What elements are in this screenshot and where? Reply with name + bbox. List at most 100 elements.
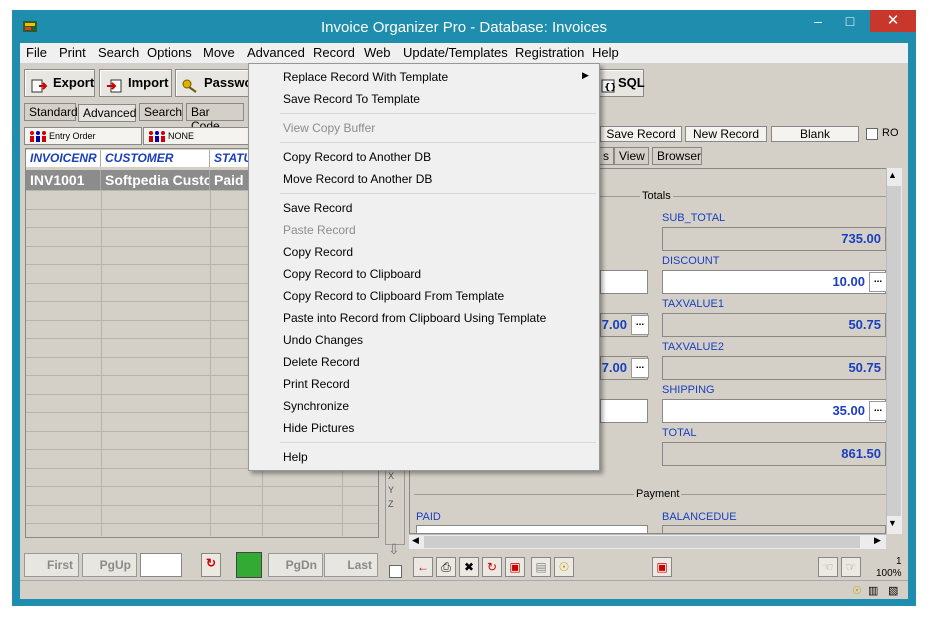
- menu-help[interactable]: Help: [592, 45, 619, 60]
- menu-item-copy-record-to-clipboard[interactable]: Copy Record to Clipboard: [283, 267, 421, 281]
- discount-field[interactable]: 10.00...: [662, 270, 887, 294]
- pgup-button[interactable]: PgUp: [82, 553, 137, 577]
- menu-item-move-record-to-another-db[interactable]: Move Record to Another DB: [283, 172, 432, 186]
- menu-update-templates[interactable]: Update/Templates: [403, 45, 508, 60]
- menu-print[interactable]: Print: [59, 45, 86, 60]
- ellipsis-button[interactable]: ...: [869, 272, 887, 292]
- left-field-2[interactable]: 7.00...: [600, 313, 649, 337]
- table-row[interactable]: [26, 486, 378, 487]
- scroll-down-icon[interactable]: ▼: [888, 518, 897, 528]
- sql-button[interactable]: {} SQL: [597, 69, 645, 97]
- undo-icon[interactable]: ↻: [482, 557, 502, 577]
- pgdn-button[interactable]: PgDn: [268, 553, 323, 577]
- menu-advanced[interactable]: Advanced: [247, 45, 305, 60]
- menu-item-help[interactable]: Help: [283, 450, 308, 464]
- back-arrow-icon[interactable]: ←: [413, 557, 433, 577]
- menu-item-undo-changes[interactable]: Undo Changes: [283, 333, 363, 347]
- balancedue-field[interactable]: [662, 525, 886, 533]
- column-header-invoicenr[interactable]: INVOICENR: [26, 150, 101, 167]
- table-row[interactable]: [26, 523, 378, 524]
- blank-button[interactable]: Blank: [771, 126, 859, 142]
- menu-move[interactable]: Move: [203, 45, 235, 60]
- left-field-4[interactable]: [600, 399, 648, 423]
- scroll-down-arrow-icon[interactable]: ⇩: [388, 541, 400, 558]
- menu-item-save-record-to-template[interactable]: Save Record To Template: [283, 92, 420, 106]
- trash-icon[interactable]: ✖: [459, 557, 479, 577]
- close-button[interactable]: ✕: [870, 10, 916, 32]
- total-field[interactable]: 861.50: [662, 442, 886, 466]
- shipping-field[interactable]: 35.00...: [662, 399, 887, 423]
- tax2-field[interactable]: 50.75: [662, 356, 886, 380]
- menu-record[interactable]: Record: [313, 45, 355, 60]
- left-field-3[interactable]: 7.00...: [600, 356, 649, 380]
- alpha-x[interactable]: X: [388, 471, 394, 481]
- first-button[interactable]: First: [24, 553, 79, 577]
- column-header-customer[interactable]: CUSTOMER: [101, 150, 210, 167]
- ellipsis-button[interactable]: ...: [631, 315, 649, 335]
- sub-total-field[interactable]: 735.00: [662, 227, 886, 251]
- sort-order-button[interactable]: Entry Order: [24, 127, 142, 145]
- menu-search[interactable]: Search: [98, 45, 139, 60]
- last-button[interactable]: Last: [324, 553, 378, 577]
- left-field-1[interactable]: [600, 270, 648, 294]
- menu-item-delete-record[interactable]: Delete Record: [283, 355, 360, 369]
- row-checkbox[interactable]: [389, 565, 402, 578]
- scroll-up-icon[interactable]: ▲: [888, 170, 897, 180]
- sort-secondary-button[interactable]: NONE: [143, 127, 249, 145]
- save-record-button[interactable]: Save Record: [600, 126, 682, 142]
- next-icon[interactable]: ☞: [841, 557, 861, 577]
- copy-record-icon[interactable]: ▤: [531, 557, 551, 577]
- scroll-left-icon[interactable]: ◀: [412, 535, 419, 546]
- cell-invoicenr[interactable]: INV1001: [26, 170, 101, 190]
- tab-standard[interactable]: Standard: [24, 103, 78, 121]
- minimize-button[interactable]: –: [804, 10, 832, 32]
- scroll-right-icon[interactable]: ▶: [874, 535, 881, 546]
- alpha-y[interactable]: Y: [388, 485, 394, 495]
- tab-search[interactable]: Search: [139, 103, 183, 121]
- menu-options[interactable]: Options: [147, 45, 192, 60]
- tax1-field[interactable]: 50.75: [662, 313, 886, 337]
- password-button[interactable]: Password: [175, 69, 249, 97]
- hscrollbar-thumb[interactable]: [424, 536, 860, 548]
- menu-file[interactable]: File: [26, 45, 47, 60]
- export-button[interactable]: Export: [24, 69, 95, 97]
- menu-item-hide-pictures[interactable]: Hide Pictures: [283, 421, 354, 435]
- print-icon[interactable]: ⎙: [436, 557, 456, 577]
- scrollbar-thumb[interactable]: [887, 186, 901, 516]
- menu-web[interactable]: Web: [364, 45, 391, 60]
- title-bar[interactable]: Invoice Organizer Pro - Database: Invoic…: [12, 10, 916, 43]
- status-lightbulb-icon[interactable]: ☉: [852, 584, 862, 597]
- maximize-button[interactable]: □: [836, 10, 864, 32]
- refresh-icon[interactable]: ↻: [201, 553, 221, 577]
- new-record-button[interactable]: New Record: [685, 126, 767, 142]
- menu-item-synchronize[interactable]: Synchronize: [283, 399, 349, 413]
- status-lock-icon[interactable]: ▧: [888, 584, 898, 597]
- alpha-z[interactable]: Z: [388, 499, 394, 509]
- status-pages-icon[interactable]: ▥: [868, 584, 878, 597]
- record-number-input[interactable]: [140, 553, 182, 577]
- menu-item-copy-record-to-clipboard-from-template[interactable]: Copy Record to Clipboard From Template: [283, 289, 504, 303]
- paid-field[interactable]: [416, 525, 648, 533]
- tab-view[interactable]: View: [614, 147, 649, 165]
- table-row[interactable]: [26, 505, 378, 506]
- cell-customer[interactable]: Softpedia Customer: [101, 170, 210, 190]
- prev-icon[interactable]: ☜: [818, 557, 838, 577]
- tab-browser[interactable]: Browser: [652, 147, 702, 165]
- tab-bar-code[interactable]: Bar Code: [186, 103, 244, 133]
- ro-checkbox[interactable]: [866, 128, 878, 140]
- ellipsis-button[interactable]: ...: [631, 358, 649, 378]
- ellipsis-button[interactable]: ...: [869, 401, 887, 421]
- lightbulb-icon[interactable]: ☉: [554, 557, 574, 577]
- paste-record-icon[interactable]: ▣: [652, 557, 672, 577]
- menu-item-copy-record[interactable]: Copy Record: [283, 245, 353, 259]
- abc-icon[interactable]: [236, 552, 262, 578]
- menu-item-save-record[interactable]: Save Record: [283, 201, 352, 215]
- menu-registration[interactable]: Registration: [515, 45, 584, 60]
- save-record-icon[interactable]: ▣: [505, 557, 525, 577]
- tab-advanced[interactable]: Advanced: [78, 104, 136, 122]
- menu-item-paste-into-record-from-clipboard-using-template[interactable]: Paste into Record from Clipboard Using T…: [283, 311, 546, 325]
- menu-item-replace-record-with-template[interactable]: Replace Record With Template: [283, 70, 448, 84]
- menu-item-print-record[interactable]: Print Record: [283, 377, 350, 391]
- import-button[interactable]: Import: [99, 69, 172, 97]
- menu-item-copy-record-to-another-db[interactable]: Copy Record to Another DB: [283, 150, 431, 164]
